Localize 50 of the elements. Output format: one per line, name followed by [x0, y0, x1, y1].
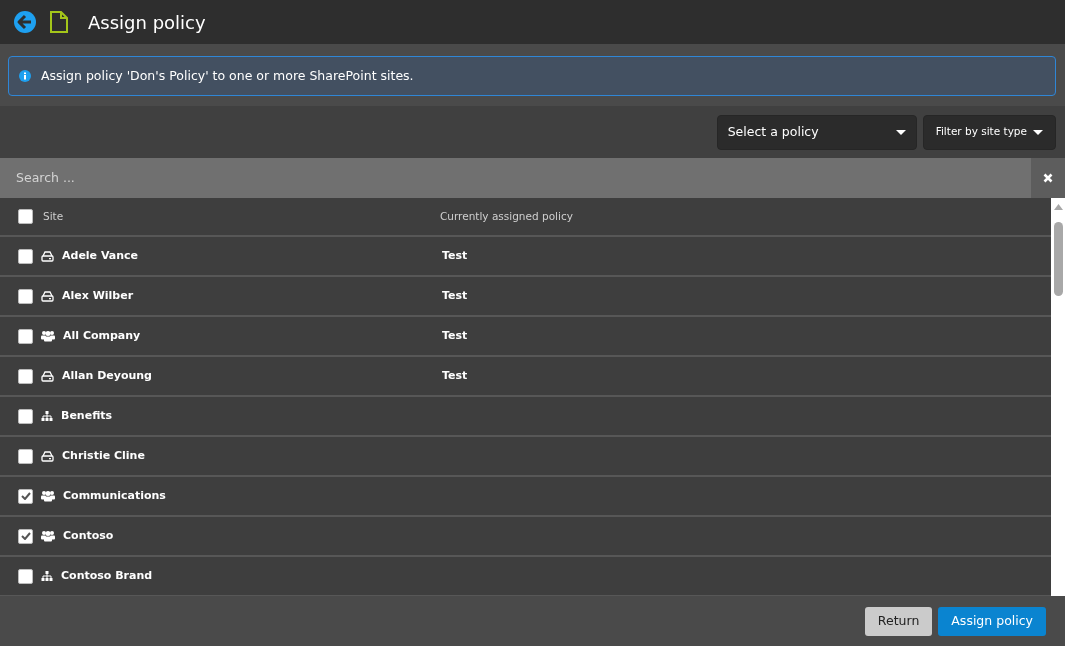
filter-dropdown-button[interactable]: Filter by site type	[922, 114, 1056, 150]
checkbox[interactable]	[18, 528, 33, 544]
info-message: Assign policy 'Don's Policy' to one or more SharePoint sites.	[41, 66, 414, 85]
assign-policy-button[interactable]: Assign policy	[938, 606, 1046, 636]
search-field[interactable]: Search ...	[0, 158, 1031, 198]
policy-name: Test	[442, 287, 468, 304]
back-arrow-icon[interactable]	[14, 11, 36, 33]
checkbox[interactable]	[18, 209, 33, 224]
site-name: Allan Deyoung	[62, 367, 152, 384]
checkbox[interactable]	[18, 488, 33, 504]
checkbox[interactable]	[18, 448, 33, 464]
site-name: All Company	[63, 327, 141, 344]
checkbox[interactable]	[18, 248, 33, 264]
return-button[interactable]: Return	[864, 606, 933, 636]
close-icon	[1043, 173, 1053, 183]
checkbox[interactable]	[18, 408, 33, 424]
drive-icon	[41, 370, 54, 382]
checkbox[interactable]	[18, 368, 33, 384]
scrollbar[interactable]	[1051, 198, 1065, 596]
policy-name: Test	[442, 327, 468, 344]
people-icon	[41, 530, 55, 542]
caret-icon	[895, 129, 906, 135]
column-header: Currently assigned policy	[440, 208, 573, 224]
page-title: Assign policy	[88, 10, 206, 35]
checkbox[interactable]	[18, 568, 33, 584]
site-name: Christie Cline	[62, 447, 145, 464]
site-name: Contoso Brand	[61, 567, 153, 584]
drive-icon	[41, 250, 54, 262]
site-name: Contoso	[63, 527, 114, 544]
policy-name: Test	[442, 247, 468, 264]
checkbox[interactable]	[18, 288, 33, 304]
drive-icon	[41, 290, 54, 302]
clear-search-button[interactable]	[1031, 158, 1065, 198]
column-header: Site	[43, 208, 64, 224]
document-icon	[50, 11, 68, 33]
site-name: Communications	[63, 487, 166, 504]
site-name: Benefits	[61, 407, 113, 424]
people-icon	[41, 490, 55, 502]
site-name: Adele Vance	[62, 247, 139, 264]
site-name: Alex Wilber	[62, 287, 134, 304]
info-icon	[19, 70, 31, 82]
checkbox[interactable]	[18, 328, 33, 344]
policy-name: Test	[442, 367, 468, 384]
sitemap-icon	[41, 411, 53, 421]
people-icon	[41, 330, 55, 342]
scrollbar-thumb[interactable]	[1054, 222, 1063, 296]
caret-icon	[1033, 129, 1043, 135]
policy-select[interactable]: Select a policy	[716, 114, 917, 150]
drive-icon	[41, 450, 54, 462]
sitemap-icon	[41, 571, 53, 581]
